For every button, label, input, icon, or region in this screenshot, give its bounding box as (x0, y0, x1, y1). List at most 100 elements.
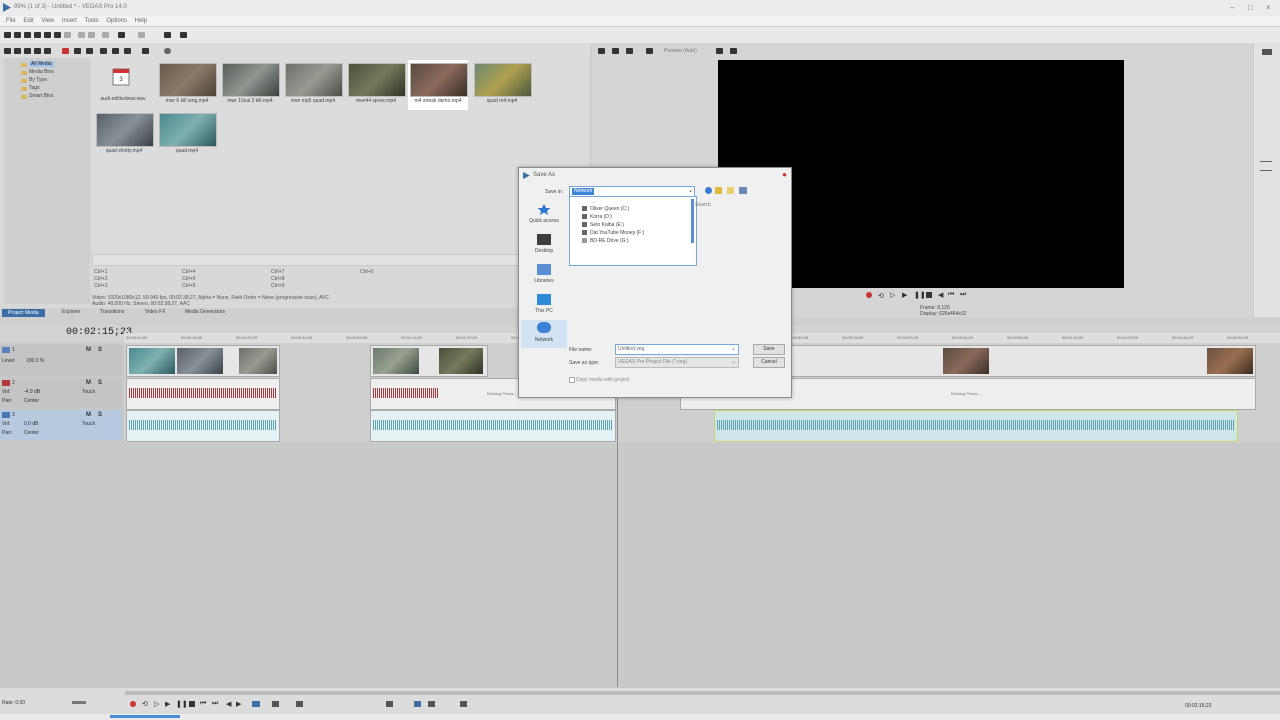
stop-icon[interactable] (926, 292, 932, 298)
maximize-icon[interactable]: □ (1248, 3, 1253, 12)
solo-button[interactable]: S (98, 412, 102, 418)
menu-insert[interactable]: Insert (62, 16, 77, 26)
timeline-scrollbar[interactable] (125, 691, 1280, 695)
views-icon[interactable] (142, 48, 149, 54)
new-folder-icon[interactable] (727, 187, 734, 194)
shortcut[interactable]: Ctrl+1 (94, 269, 107, 275)
save-icon[interactable] (24, 32, 31, 38)
save-snapshot-icon[interactable] (730, 48, 737, 54)
tree-media-bins[interactable]: Media Bins (29, 69, 54, 75)
delete-icon[interactable] (102, 32, 109, 38)
media-thumb-video[interactable] (159, 113, 217, 147)
search-box[interactable]: Search (695, 202, 711, 208)
minimize-icon[interactable]: – (1230, 3, 1234, 12)
tree-tags[interactable]: Tags (29, 85, 40, 91)
prev-frame-icon[interactable]: ◀ (938, 291, 943, 299)
dropdown-item-partial[interactable]: … (590, 199, 595, 205)
master-icon[interactable] (1262, 49, 1272, 55)
auto-ripple-icon[interactable] (414, 701, 421, 707)
shortcut[interactable]: Ctrl+7 (271, 269, 284, 275)
media-trimmer-bar[interactable] (92, 254, 590, 266)
close-icon[interactable]: ● (782, 170, 787, 179)
save-button[interactable]: Save (753, 344, 785, 355)
pause-icon[interactable]: ❚❚ (914, 291, 926, 299)
close-window-icon[interactable]: × (1266, 3, 1271, 12)
track-header-video[interactable]: 1 M S Level: 100.0 % (0, 345, 122, 375)
media-thumb-video[interactable] (474, 63, 532, 97)
get-media-icon[interactable] (24, 48, 31, 54)
loop-icon[interactable]: ⟲ (142, 700, 148, 708)
go-to-end-icon[interactable]: ⏭ (212, 700, 218, 708)
dropdown-item[interactable]: BD-RE Drive (G:) (590, 238, 629, 244)
preview-settings-icon[interactable] (598, 48, 605, 54)
tree-all-media[interactable]: All Media (29, 61, 54, 67)
media-thumb-video[interactable] (348, 63, 406, 97)
copy-icon[interactable] (78, 32, 85, 38)
nav-this-pc[interactable]: This PC (521, 292, 567, 320)
audio-event[interactable] (370, 410, 616, 442)
media-thumb-video[interactable] (96, 113, 154, 147)
automation-mode[interactable]: Touch (82, 389, 95, 395)
cancel-button[interactable]: Cancel (753, 357, 785, 368)
media-thumb-video[interactable] (285, 63, 343, 97)
tab-explorer[interactable]: Explorer (62, 309, 81, 315)
search-media-icon[interactable] (164, 48, 171, 54)
render-icon[interactable] (34, 32, 41, 38)
record-icon[interactable] (130, 701, 136, 707)
video-event[interactable] (370, 345, 488, 377)
dropdown-item[interactable]: Oliver Queen (C:) (590, 206, 629, 212)
snapping-icon[interactable] (386, 701, 393, 707)
go-to-start-icon[interactable]: ⏮ (948, 291, 954, 299)
track-header-audio-selected[interactable]: 3 M S Vol: 0.0 dB Touch Pan: Center (0, 410, 122, 440)
menu-view[interactable]: View (41, 16, 54, 26)
next-frame-icon[interactable]: ▶ (236, 700, 241, 708)
shortcut[interactable]: Ctrl+9 (271, 283, 284, 289)
dropdown-item[interactable]: Seto Kaiba (E:) (590, 222, 624, 228)
copy-media-checkbox[interactable] (569, 377, 575, 383)
file-name-input[interactable]: Untitled.veg ⌄ (615, 344, 739, 355)
media-thumb-video[interactable] (222, 63, 280, 97)
menu-options[interactable]: Options (106, 16, 127, 26)
dropdown-scrollbar[interactable] (691, 199, 694, 243)
ignore-grouping-icon[interactable] (460, 701, 467, 707)
record-icon[interactable] (866, 292, 872, 298)
media-generators-icon[interactable] (44, 48, 51, 54)
media-move-icon[interactable] (86, 48, 93, 54)
media-thumb-audio[interactable]: 3 (110, 66, 132, 88)
zoom-tool-icon[interactable] (296, 701, 303, 707)
tree-by-type[interactable]: By Type (29, 77, 47, 83)
media-thumb-video[interactable] (159, 63, 217, 97)
shortcut[interactable]: Ctrl+2 (94, 276, 107, 282)
menu-edit[interactable]: Edit (23, 16, 33, 26)
dropdown-item[interactable]: Dat YouTube Money (F:) (590, 230, 644, 236)
new-project-icon[interactable] (4, 32, 11, 38)
tree-smart-bins[interactable]: Smart Bins (29, 93, 53, 99)
mute-button[interactable]: M (86, 412, 91, 418)
chevron-down-icon[interactable]: ⌄ (688, 187, 693, 194)
tab-video-fx[interactable]: Video FX (145, 309, 165, 315)
shortcut[interactable]: Ctrl+5 (182, 276, 195, 282)
view-menu-icon[interactable] (739, 187, 747, 194)
import-icon[interactable] (54, 32, 61, 38)
split-screen-icon[interactable] (626, 48, 633, 54)
normal-edit-tool-icon[interactable] (252, 701, 260, 707)
tab-media-generators[interactable]: Media Generators (185, 309, 225, 315)
shortcut[interactable]: Ctrl+6 (182, 283, 195, 289)
prev-frame-icon[interactable]: ◀ (226, 700, 231, 708)
import-media-icon[interactable] (4, 48, 11, 54)
copy-snapshot-icon[interactable] (716, 48, 723, 54)
nav-desktop[interactable]: Desktop (521, 232, 567, 260)
nav-quick-access[interactable]: Quick access (521, 202, 567, 230)
tab-project-media[interactable]: Project Media (2, 309, 45, 317)
properties-icon[interactable] (44, 32, 51, 38)
cut-icon[interactable] (64, 32, 71, 38)
rate-slider[interactable] (72, 701, 86, 704)
menu-help[interactable]: Help (135, 16, 147, 26)
paste-icon[interactable] (88, 32, 95, 38)
media-fx-icon[interactable] (34, 48, 41, 54)
envelope-tool-icon[interactable] (272, 701, 279, 707)
back-icon[interactable] (705, 187, 712, 194)
play-icon[interactable]: ▶ (902, 291, 907, 299)
capture-icon[interactable] (14, 48, 21, 54)
loop-icon[interactable]: ⟲ (878, 292, 884, 300)
